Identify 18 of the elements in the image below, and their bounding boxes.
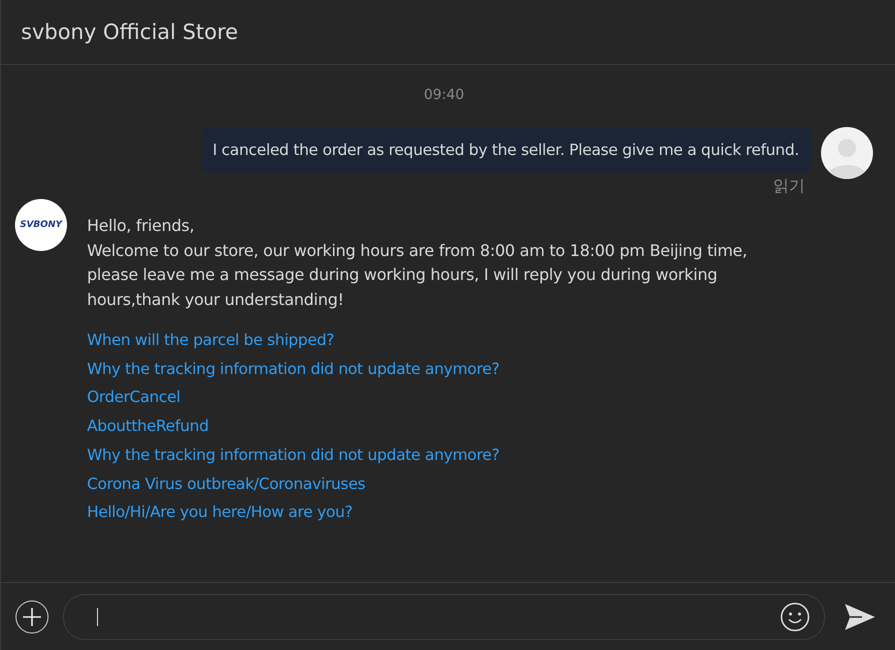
faq-link[interactable]: Corona Virus outbreak/Coronaviruses — [87, 470, 366, 498]
faq-link[interactable]: When will the parcel be shipped? — [87, 326, 334, 355]
add-button[interactable] — [15, 600, 49, 634]
faq-link[interactable]: AbouttheRefund — [87, 412, 209, 441]
timestamp: 09:40 — [422, 87, 466, 103]
message-text: Hello, friends, Welcome to our store, our working hours are from 8:00 am to 18:00 pm Beijing time, please leave me a message during working hours, I will reply you during working hours,thank your understanding! — [87, 215, 748, 310]
window-title: svbony Official Store — [21, 20, 238, 44]
smiley-icon[interactable] — [780, 602, 810, 632]
faq-link[interactable]: OrderCancel — [87, 383, 180, 412]
faq-link[interactable]: Hello/Hi/Are you here/How are you? — [87, 498, 353, 527]
send-icon[interactable] — [845, 604, 875, 630]
user-avatar — [821, 127, 873, 179]
store-logo: SVBONY — [15, 199, 67, 251]
message-input[interactable] — [63, 594, 825, 640]
read-receipt: 읽기 — [773, 176, 805, 197]
faq-link[interactable]: Why the tracking information did not update anymore? — [87, 440, 500, 470]
message-bubble: I canceled the order as requested by the seller. Please give me a quick refund. — [200, 127, 811, 173]
faq-link[interactable]: Why the tracking information did not update anymore? — [87, 354, 500, 384]
